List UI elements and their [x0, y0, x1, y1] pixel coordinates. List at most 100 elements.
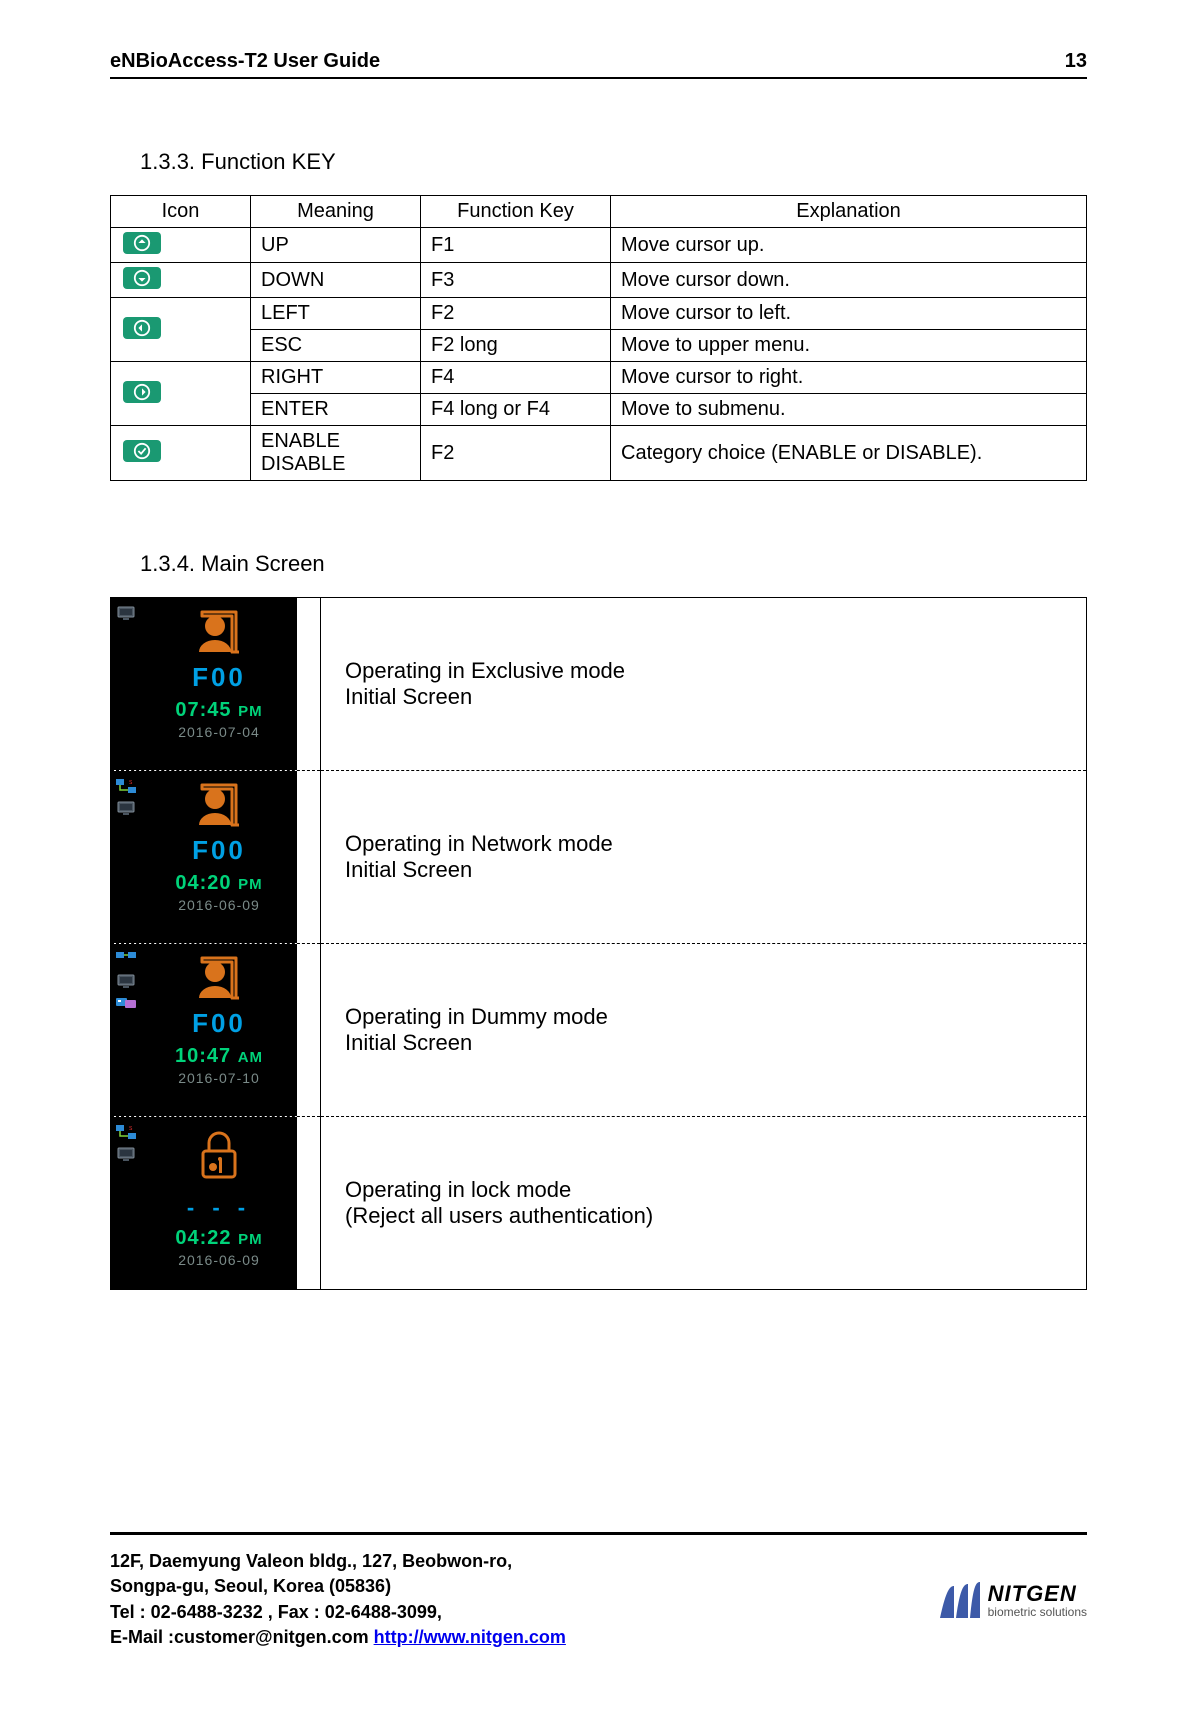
arrow-down-icon: [123, 267, 161, 289]
meaning-cell: RIGHT: [251, 362, 421, 394]
col-icon: Icon: [111, 196, 251, 228]
meaning-cell: ESC: [251, 330, 421, 362]
footer-line: 12F, Daemyung Valeon bldg., 127, Beobwon…: [110, 1549, 566, 1574]
footer-line: Tel : 02-6488-3232 , Fax : 02-6488-3099,: [110, 1600, 566, 1625]
page-footer: 12F, Daemyung Valeon bldg., 127, Beobwon…: [110, 1532, 1087, 1650]
arrow-left-icon: [123, 317, 161, 339]
screen-time: 10:47 AM: [175, 1045, 263, 1068]
meaning-cell: LEFT: [251, 298, 421, 330]
arrow-right-icon: [123, 381, 161, 403]
description-cell: Operating in Network modeInitial Screen: [321, 771, 1087, 944]
nitgen-logo: NITGEN biometric solutions: [936, 1578, 1087, 1622]
table-row: F00 07:45 PM 2016-07-04 Operating in Exc…: [111, 598, 1087, 771]
footer-address: 12F, Daemyung Valeon bldg., 127, Beobwon…: [110, 1549, 566, 1650]
table-row: F00 10:47 AM 2016-07-10 Operating in Dum…: [111, 944, 1087, 1117]
page-number: 13: [1065, 50, 1087, 73]
footer-line: Songpa-gu, Seoul, Korea (05836): [110, 1574, 566, 1599]
key-cell: F2 long: [421, 330, 611, 362]
table-row: S F00 04:20 PM 2016-06-09 Operating in N…: [111, 771, 1087, 944]
device-screen: S - - - 04:22 PM 2016-06-09: [111, 1117, 297, 1289]
description-cell: Operating in Dummy modeInitial Screen: [321, 944, 1087, 1117]
section-heading-function-key: 1.3.3. Function KEY: [140, 149, 1087, 175]
status-column: [111, 598, 141, 770]
key-cell: F4 long or F4: [421, 394, 611, 426]
footer-line: E-Mail :customer@nitgen.com http://www.n…: [110, 1625, 566, 1650]
status-column: [111, 944, 141, 1116]
table-row: LEFT F2 Move cursor to left.: [111, 298, 1087, 330]
explanation-cell: Move cursor to right.: [611, 362, 1087, 394]
icon-cell: [111, 228, 251, 263]
key-cell: F2: [421, 298, 611, 330]
explanation-cell: Move cursor to left.: [611, 298, 1087, 330]
screen-ampm: AM: [238, 1049, 263, 1066]
screen-main: F00 10:47 AM 2016-07-10: [141, 944, 297, 1116]
screenshot-cell: F00 10:47 AM 2016-07-10: [111, 944, 321, 1117]
mode-code: F00: [192, 662, 246, 693]
screenshot-cell: S - - - 04:22 PM 2016-06-09: [111, 1117, 321, 1290]
key-cell: F3: [421, 263, 611, 298]
status-network-icon: S: [115, 1123, 137, 1141]
status-terminal-icon: [115, 972, 137, 990]
screenshot-cell: S F00 04:20 PM 2016-06-09: [111, 771, 321, 944]
col-explanation: Explanation: [611, 196, 1087, 228]
description-cell: Operating in lock mode(Reject all users …: [321, 1117, 1087, 1290]
person-icon: [189, 950, 249, 1006]
section-heading-main-screen: 1.3.4. Main Screen: [140, 551, 1087, 577]
person-icon: [189, 777, 249, 833]
explanation-cell: Move cursor down.: [611, 263, 1087, 298]
status-column: S: [111, 1117, 141, 1289]
lock-dashes: - - -: [187, 1195, 251, 1221]
logo-subtitle: biometric solutions: [988, 1605, 1087, 1619]
svg-text:S: S: [129, 1126, 133, 1132]
icon-cell: [111, 362, 251, 426]
icon-cell: [111, 426, 251, 481]
footer-url-link[interactable]: http://www.nitgen.com: [374, 1627, 566, 1647]
footer-email: E-Mail :customer@nitgen.com: [110, 1627, 374, 1647]
table-row: ENTER F4 long or F4 Move to submenu.: [111, 394, 1087, 426]
screen-main: F00 07:45 PM 2016-07-04: [141, 598, 297, 770]
key-cell: F4: [421, 362, 611, 394]
key-cell: F2: [421, 426, 611, 481]
status-network-alt-icon: [115, 950, 137, 968]
table-row: ENABLEDISABLE F2 Category choice (ENABLE…: [111, 426, 1087, 481]
explanation-cell: Move cursor up.: [611, 228, 1087, 263]
screenshot-cell: F00 07:45 PM 2016-07-04: [111, 598, 321, 771]
screen-ampm: PM: [238, 1231, 263, 1248]
status-network-icon: S: [115, 777, 137, 795]
main-screen-table: F00 07:45 PM 2016-07-04 Operating in Exc…: [110, 597, 1087, 1290]
screen-time: 04:20 PM: [175, 872, 262, 895]
key-cell: F1: [421, 228, 611, 263]
table-row: DOWN F3 Move cursor down.: [111, 263, 1087, 298]
logo-text: NITGEN: [988, 1581, 1087, 1607]
lock-icon: [189, 1123, 249, 1185]
col-function-key: Function Key: [421, 196, 611, 228]
meaning-cell: ENTER: [251, 394, 421, 426]
col-meaning: Meaning: [251, 196, 421, 228]
function-key-table: Icon Meaning Function Key Explanation UP…: [110, 195, 1087, 481]
person-icon: [189, 604, 249, 660]
icon-cell: [111, 263, 251, 298]
status-terminal-icon: [115, 1145, 137, 1163]
status-card-icon: [115, 994, 137, 1012]
screen-ampm: PM: [238, 703, 263, 720]
screen-time: 04:22 PM: [175, 1227, 262, 1250]
device-screen: S F00 04:20 PM 2016-06-09: [111, 771, 297, 943]
page-header: eNBioAccess-T2 User Guide 13: [110, 50, 1087, 79]
status-column: S: [111, 771, 141, 943]
device-screen: F00 07:45 PM 2016-07-04: [111, 598, 297, 770]
table-row: S - - - 04:22 PM 2016-06-09 Operating in…: [111, 1117, 1087, 1290]
screen-date: 2016-07-04: [178, 724, 260, 740]
table-header-row: Icon Meaning Function Key Explanation: [111, 196, 1087, 228]
status-terminal-icon: [115, 604, 137, 622]
explanation-cell: Move to upper menu.: [611, 330, 1087, 362]
screen-time: 07:45 PM: [175, 699, 262, 722]
device-screen: F00 10:47 AM 2016-07-10: [111, 944, 297, 1116]
svg-text:S: S: [129, 780, 133, 786]
screen-ampm: PM: [238, 876, 263, 893]
status-terminal-icon: [115, 799, 137, 817]
table-row: RIGHT F4 Move cursor to right.: [111, 362, 1087, 394]
screen-main: F00 04:20 PM 2016-06-09: [141, 771, 297, 943]
screen-date: 2016-07-10: [178, 1070, 260, 1086]
meaning-cell: ENABLEDISABLE: [251, 426, 421, 481]
mode-code: F00: [192, 1008, 246, 1039]
